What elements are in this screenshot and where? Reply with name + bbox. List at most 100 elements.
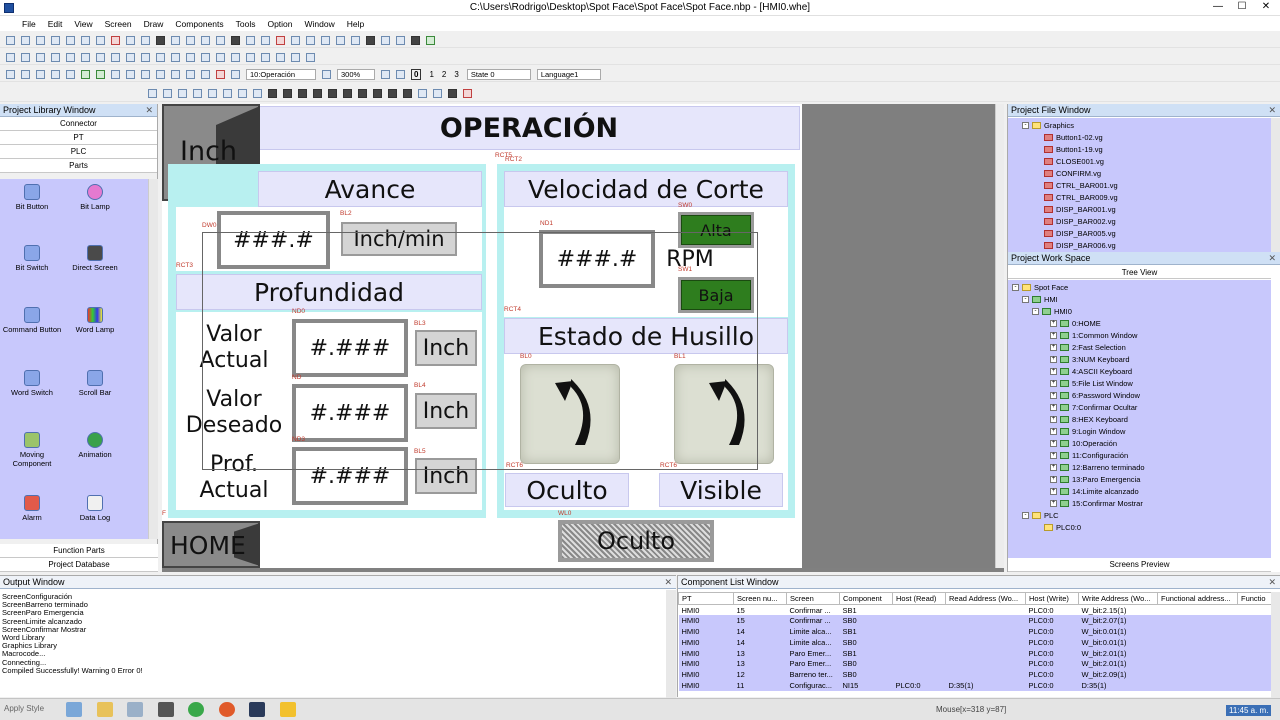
library-scrollbar[interactable] [148, 179, 158, 539]
file-item[interactable]: CONFIRM.vg [1044, 169, 1101, 178]
close-icon[interactable]: ✕ [664, 576, 672, 589]
paste-icon[interactable] [96, 35, 105, 45]
menu-screen[interactable]: Screen [105, 19, 132, 29]
screen-delete-icon[interactable] [216, 69, 225, 79]
table-icon[interactable] [396, 35, 405, 45]
pattern-hatch-icon[interactable] [328, 89, 337, 98]
component-list-scrollbar[interactable] [1271, 592, 1280, 698]
language-dropdown[interactable]: Language1 [536, 68, 601, 80]
delete-icon[interactable] [111, 35, 120, 45]
part-moving-component[interactable]: Moving Component [1, 432, 63, 468]
align-right-icon[interactable] [21, 52, 30, 62]
zoom-fit-icon[interactable] [322, 69, 331, 79]
expand-icon[interactable]: + [1050, 452, 1057, 459]
calculator-icon[interactable] [158, 702, 174, 717]
open-icon[interactable] [21, 35, 30, 45]
menu-option[interactable]: Option [267, 19, 292, 29]
save-icon[interactable] [36, 35, 45, 45]
column-header[interactable]: Host (Write) [1025, 592, 1079, 605]
rotate-icon[interactable] [231, 52, 240, 62]
column-header[interactable]: Component [839, 592, 893, 605]
nudge-left-icon[interactable] [261, 52, 270, 62]
expand-icon[interactable]: + [1050, 344, 1057, 351]
alarm-icon[interactable] [111, 69, 120, 79]
word-lamp-icon[interactable] [51, 69, 60, 79]
collapse-icon[interactable]: - [1022, 512, 1029, 519]
menu-help[interactable]: Help [347, 19, 364, 29]
canvas-scrollbar[interactable] [995, 104, 1004, 568]
tree-screen[interactable]: +11:Configuración [1050, 451, 1128, 460]
column-header[interactable]: Functional address... [1157, 592, 1238, 605]
graphics-folder[interactable]: - Graphics [1022, 121, 1074, 130]
file-item[interactable]: DISP_BAR002.vg [1044, 217, 1116, 226]
pattern-solid-icon[interactable] [268, 89, 277, 98]
tree-screen[interactable]: +0:HOME [1050, 319, 1101, 328]
nudge-up-icon[interactable] [291, 52, 300, 62]
ellipse-icon[interactable] [336, 35, 345, 45]
pointer-icon[interactable] [231, 35, 240, 45]
home-button[interactable]: HOME [162, 521, 260, 568]
close-button[interactable]: ✕ [1254, 1, 1278, 12]
size-dropdown[interactable] [82, 88, 142, 99]
expand-icon[interactable]: + [1050, 332, 1057, 339]
bit-lamp-icon[interactable] [36, 69, 45, 79]
column-header[interactable]: Functio [1237, 592, 1275, 605]
expand-icon[interactable]: + [1050, 380, 1057, 387]
pattern-zig-icon[interactable] [448, 89, 457, 98]
part-direct-screen[interactable]: Direct Screen [64, 245, 126, 272]
tree-hmi0[interactable]: - HMI0 [1032, 307, 1072, 316]
tree-screen[interactable]: +10:Operación [1050, 439, 1117, 448]
arc-icon[interactable] [306, 35, 315, 45]
file-window-scrollbar[interactable] [1271, 118, 1280, 252]
project-database-tab[interactable]: Project Database [0, 558, 158, 572]
screens-preview-tab[interactable]: Screens Preview [1008, 558, 1271, 572]
state-button-0[interactable]: 0 [411, 68, 422, 80]
space-down-icon[interactable] [156, 52, 165, 62]
bit-button-icon[interactable] [6, 69, 15, 79]
part-bit-button[interactable]: Bit Button [1, 184, 63, 211]
table-row[interactable]: HMI0 13 Paro Emer... SB0 PLC0:0 W_bit:2.01(1) [678, 658, 1275, 670]
table-row[interactable]: HMI0 15 Confirmar ... SB1 PLC0:0 W_bit:2.15(1… [678, 604, 1275, 616]
category-connector[interactable]: Connector [0, 117, 157, 131]
menu-view[interactable]: View [74, 19, 92, 29]
category-parts[interactable]: Parts [0, 159, 157, 173]
close-icon[interactable]: ✕ [1268, 252, 1276, 265]
cut-icon[interactable] [66, 35, 75, 45]
text-align-icon[interactable] [193, 89, 202, 98]
send-back-icon[interactable] [186, 52, 195, 62]
line-color-icon[interactable] [223, 89, 232, 98]
close-icon[interactable]: ✕ [145, 104, 153, 117]
undo-icon[interactable] [126, 35, 135, 45]
file-item[interactable]: Button1-19.vg [1044, 145, 1103, 154]
same-size-icon[interactable] [126, 52, 135, 62]
expand-icon[interactable]: + [1050, 356, 1057, 363]
close-icon[interactable]: ✕ [1268, 576, 1276, 589]
nudge-right-icon[interactable] [276, 52, 285, 62]
space-across-icon[interactable] [141, 52, 150, 62]
screen-next-icon[interactable] [201, 69, 210, 79]
file-item[interactable]: CTRL_BAR009.vg [1044, 193, 1118, 202]
same-height-icon[interactable] [111, 52, 120, 62]
rectangle-icon[interactable] [276, 35, 285, 45]
trend-icon[interactable] [96, 69, 105, 79]
meter-icon[interactable] [81, 69, 90, 79]
flip-icon[interactable] [246, 52, 255, 62]
state-button-3[interactable]: 3 [454, 70, 458, 79]
tree-root[interactable]: - Spot Face [1012, 283, 1068, 292]
expand-icon[interactable]: + [1050, 392, 1057, 399]
maximize-button[interactable]: ☐ [1230, 1, 1254, 12]
pattern-diag-icon[interactable] [358, 89, 367, 98]
bottom-word-lamp[interactable]: Oculto [558, 520, 714, 562]
align-left-icon[interactable] [6, 52, 15, 62]
expand-icon[interactable]: + [1050, 368, 1057, 375]
fill-color-icon[interactable] [238, 89, 247, 98]
align-bottom-icon[interactable] [51, 52, 60, 62]
expand-icon[interactable]: + [1050, 476, 1057, 483]
editor-icon[interactable] [280, 702, 296, 717]
tree-view-tab[interactable]: Tree View [1008, 267, 1271, 279]
task-view-icon[interactable] [66, 702, 82, 717]
tree-hmi[interactable]: - HMI [1022, 295, 1058, 304]
circle-icon[interactable] [291, 35, 300, 45]
find-icon[interactable] [156, 35, 165, 45]
line-icon[interactable] [246, 35, 255, 45]
